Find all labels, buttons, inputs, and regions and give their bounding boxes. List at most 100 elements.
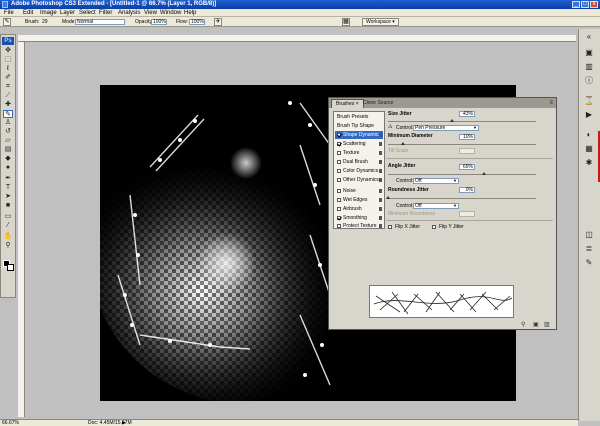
panel-menu-icon[interactable]: ≡ xyxy=(549,100,553,106)
status-menu-arrow-icon[interactable]: ▶ xyxy=(122,420,126,426)
roundness-control-select[interactable]: Off ▼ xyxy=(413,203,459,209)
protect-texture-checkbox[interactable] xyxy=(337,224,341,228)
angle-jitter-slider[interactable] xyxy=(388,172,536,176)
navigator-icon[interactable]: ▣ xyxy=(583,47,595,59)
layers-icon[interactable]: ◫ xyxy=(583,229,595,241)
size-jitter-slider[interactable] xyxy=(388,119,536,123)
styles-icon[interactable]: ✱ xyxy=(583,157,595,169)
lock-icon[interactable] xyxy=(379,133,382,137)
list-item-scattering[interactable]: Scattering xyxy=(335,140,383,148)
new-brush-icon[interactable]: ▣ xyxy=(533,322,539,328)
menu-edit[interactable]: Edit xyxy=(23,10,33,16)
angle-jitter-input[interactable]: 65% xyxy=(459,164,475,170)
list-item-other-dynamics[interactable]: Other Dynamics xyxy=(335,176,383,184)
flip-x-checkbox[interactable] xyxy=(388,225,392,229)
workspace-menu[interactable]: Workspace ▾ xyxy=(362,18,399,26)
eyedropper-icon[interactable]: ⁄ xyxy=(3,222,13,230)
crop-icon[interactable]: ⌗ xyxy=(3,83,13,91)
mode-select[interactable]: Normal xyxy=(75,19,125,25)
texture-checkbox[interactable] xyxy=(337,151,341,155)
opacity-input[interactable]: 100% xyxy=(151,19,167,25)
lock-icon[interactable] xyxy=(379,189,382,193)
brush-icon[interactable]: ✎ xyxy=(3,110,13,118)
lock-icon[interactable] xyxy=(379,207,382,211)
actions-icon[interactable]: ▶ xyxy=(583,109,595,121)
slice-icon[interactable]: ⟋ xyxy=(3,92,13,100)
swatches-icon[interactable]: ▦ xyxy=(583,143,595,155)
maximize-button[interactable]: □ xyxy=(581,1,589,8)
shape-dynamics-checkbox[interactable] xyxy=(337,133,341,137)
list-item-shape-dynamics[interactable]: Shape Dynamics xyxy=(335,131,383,139)
slider-knob[interactable] xyxy=(386,196,390,199)
menu-filter[interactable]: Filter xyxy=(99,10,112,16)
list-item-brush-presets[interactable]: Brush Presets xyxy=(335,113,383,121)
list-item-dual-brush[interactable]: Dual Brush xyxy=(335,158,383,166)
menu-help[interactable]: Help xyxy=(184,10,196,16)
list-item-smoothing[interactable]: Smoothing xyxy=(335,214,383,222)
size-control-select[interactable]: Pen Pressure ▼ xyxy=(413,125,479,131)
brush-size-value[interactable]: 29 xyxy=(42,19,48,25)
list-item-protect-texture[interactable]: Protect Texture xyxy=(335,222,383,230)
menu-select[interactable]: Select xyxy=(79,10,96,16)
menu-image[interactable]: Image xyxy=(40,10,57,16)
smoothing-checkbox[interactable] xyxy=(337,216,341,220)
other-dynamics-checkbox[interactable] xyxy=(337,178,341,182)
move-icon[interactable]: ✥ xyxy=(3,47,13,55)
marquee-icon[interactable]: ⬚ xyxy=(3,56,13,64)
path-select-icon[interactable]: ➤ xyxy=(3,193,13,201)
gradient-icon[interactable]: ▤ xyxy=(3,146,13,154)
histogram-icon[interactable]: ▥ xyxy=(583,61,595,73)
collapse-arrow-icon[interactable]: « xyxy=(583,31,595,43)
minimize-button[interactable]: _ xyxy=(572,1,580,8)
history-brush-icon[interactable]: ↺ xyxy=(3,128,13,136)
close-button[interactable]: x xyxy=(590,1,598,8)
flow-input[interactable]: 100% xyxy=(189,19,205,25)
background-color-swatch[interactable] xyxy=(7,264,14,271)
history-icon[interactable]: ⌛ xyxy=(583,95,595,107)
zoom-level[interactable]: 66.67% xyxy=(2,420,19,426)
lasso-icon[interactable]: ℓ xyxy=(3,65,13,73)
palette-toggle-icon[interactable]: ▦ xyxy=(342,18,350,26)
notes-icon[interactable]: ▭ xyxy=(3,213,13,221)
info-icon[interactable]: ⓘ xyxy=(583,75,595,87)
menu-layer[interactable]: Layer xyxy=(60,10,75,16)
minimum-diameter-slider[interactable] xyxy=(388,142,536,146)
channels-icon[interactable]: ≣ xyxy=(583,243,595,255)
lock-icon[interactable] xyxy=(379,216,382,220)
airbrush-checkbox[interactable] xyxy=(337,207,341,211)
shape-icon[interactable]: ■ xyxy=(3,202,13,210)
menu-view[interactable]: View xyxy=(144,10,157,16)
airbrush-toggle-icon[interactable]: ✈ xyxy=(214,18,222,26)
color-dynamics-checkbox[interactable] xyxy=(337,169,341,173)
lock-icon[interactable] xyxy=(379,160,382,164)
list-item-brush-tip-shape[interactable]: Brush Tip Shape xyxy=(335,122,383,130)
roundness-jitter-input[interactable]: 0% xyxy=(459,187,475,193)
clone-stamp-icon[interactable]: ♙ xyxy=(3,119,13,127)
roundness-jitter-slider[interactable] xyxy=(386,196,536,200)
paths-icon[interactable]: ✎ xyxy=(583,257,595,269)
angle-control-select[interactable]: Off ▼ xyxy=(413,178,459,184)
type-icon[interactable]: T xyxy=(3,184,13,192)
tab-clone-source[interactable]: Clone Source xyxy=(359,99,397,108)
scattering-checkbox[interactable] xyxy=(337,142,341,146)
hand-icon[interactable]: ✋ xyxy=(3,233,13,241)
size-jitter-input[interactable]: 43% xyxy=(459,111,475,117)
slider-knob[interactable] xyxy=(482,172,487,175)
brush-tool-preset-icon[interactable]: ✎ xyxy=(3,18,11,26)
menu-file[interactable]: File xyxy=(4,10,14,16)
minimum-diameter-input[interactable]: 10% xyxy=(459,134,475,140)
zoom-icon[interactable]: ⚲ xyxy=(3,242,13,250)
brush-pin-icon[interactable]: ⚲ xyxy=(521,322,525,328)
list-item-color-dynamics[interactable]: Color Dynamics xyxy=(335,167,383,175)
healing-icon[interactable]: ✚ xyxy=(3,101,13,109)
lock-icon[interactable] xyxy=(379,178,382,182)
lock-icon[interactable] xyxy=(379,142,382,146)
menu-analysis[interactable]: Analysis xyxy=(118,10,140,16)
menu-window[interactable]: Window xyxy=(160,10,181,16)
list-item-wet-edges[interactable]: Wet Edges xyxy=(335,196,383,204)
slider-knob[interactable] xyxy=(449,119,454,122)
slider-knob[interactable] xyxy=(400,142,405,145)
eraser-icon[interactable]: ▱ xyxy=(3,137,13,145)
quick-select-icon[interactable]: ✐ xyxy=(3,74,13,82)
blur-icon[interactable]: ◆ xyxy=(3,155,13,163)
